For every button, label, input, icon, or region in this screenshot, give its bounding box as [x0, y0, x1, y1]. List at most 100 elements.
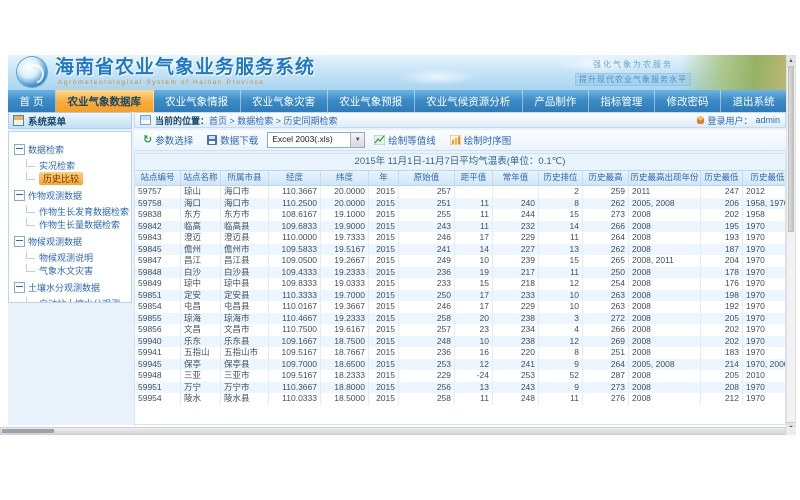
- logo-icon: [17, 57, 47, 87]
- nav-tab-2[interactable]: 农业气象情报: [154, 90, 241, 112]
- table-cell: 16: [455, 347, 493, 359]
- table-cell: 218: [493, 278, 539, 290]
- table-cell: 256: [399, 382, 455, 394]
- nav-tab-6[interactable]: 产品制作: [523, 90, 589, 112]
- table-row-5[interactable]: 59845儋州儋州市109.583319.5167201524114227132…: [135, 244, 786, 256]
- table-cell: 琼中: [181, 278, 221, 290]
- draw-timeseries-button[interactable]: 绘制时序图: [445, 133, 517, 147]
- nav-tab-7[interactable]: 指标管理: [589, 90, 655, 112]
- draw-contour-button[interactable]: 绘制等值线: [369, 133, 441, 147]
- scroll-up-icon[interactable]: ▲: [787, 56, 795, 67]
- collapse-icon[interactable]: [14, 190, 25, 201]
- table-row-17[interactable]: 59951万宁万宁市110.366718.8000201525613243927…: [135, 382, 786, 394]
- table-cell: 17: [455, 301, 493, 313]
- table-row-8[interactable]: 59849琼中琼中县109.833319.0333201523315218122…: [135, 278, 786, 290]
- grass-decoration: [681, 55, 786, 90]
- table-cell: 18.7500: [321, 336, 369, 348]
- table-row-3[interactable]: 59842临高临高县109.683319.9000201524311232142…: [135, 221, 786, 233]
- nav-tab-4[interactable]: 农业气象预报: [328, 90, 415, 112]
- horizontal-scrollbar[interactable]: [0, 427, 786, 435]
- collapse-icon[interactable]: [14, 236, 25, 247]
- table-cell: 254: [583, 278, 629, 290]
- nav-tab-0[interactable]: 首 页: [8, 90, 56, 112]
- table-cell: 217: [493, 267, 539, 279]
- table-cell: 273: [583, 382, 629, 394]
- table-cell: 23: [455, 324, 493, 336]
- table-cell: 12: [539, 278, 583, 290]
- collapse-icon[interactable]: [14, 282, 25, 293]
- table-cell: 236: [399, 267, 455, 279]
- table-cell: 2012: [743, 186, 786, 198]
- table-cell: 59847: [135, 255, 181, 267]
- table-cell: 187: [701, 244, 743, 256]
- table-row-0[interactable]: 59757琼山海口市110.366720.0000201525722592011…: [135, 186, 786, 198]
- sidebar-item-2-0[interactable]: 物候观测说明: [23, 251, 129, 264]
- tree-group-2[interactable]: 物候观测数据: [14, 235, 129, 248]
- nav-tab-5[interactable]: 农业气候资源分析: [415, 90, 523, 112]
- nav-tab-1[interactable]: 农业气象数据库: [56, 90, 154, 112]
- column-header-13: 历史最低出现年份: [743, 171, 786, 185]
- table-row-1[interactable]: 59758海口海口市110.250020.0000201525111240826…: [135, 198, 786, 210]
- table-cell: 249: [399, 255, 455, 267]
- collapse-icon[interactable]: [14, 144, 25, 155]
- table-cell: 59940: [135, 336, 181, 348]
- sidebar-item-0-1[interactable]: 历史比较: [23, 172, 129, 185]
- table-cell: 110.4667: [269, 313, 321, 325]
- nav-tab-8[interactable]: 修改密码: [655, 90, 721, 112]
- vertical-scrollbar[interactable]: ▲ ▼: [786, 55, 796, 434]
- column-header-5: 年: [369, 171, 399, 185]
- table-cell: 2008: [629, 221, 701, 233]
- table-cell: 1970: [743, 324, 786, 336]
- table-cell: 19: [455, 267, 493, 279]
- table-cell: 2015: [369, 301, 399, 313]
- horizontal-scrollbar-thumb[interactable]: [2, 429, 54, 433]
- table-cell: 59842: [135, 221, 181, 233]
- tree-group-0[interactable]: 数据检索: [14, 143, 129, 156]
- table-row-4[interactable]: 59843澄迈澄迈县110.000019.7333201524617229112…: [135, 232, 786, 244]
- table-row-7[interactable]: 59848白沙白沙县109.433319.2333201523619217112…: [135, 267, 786, 279]
- table-row-2[interactable]: 59838东方东方市108.616719.1000201525511244152…: [135, 209, 786, 221]
- location-icon: [140, 115, 151, 125]
- tree-group-1[interactable]: 作物观测数据: [14, 189, 129, 202]
- table-header-row: 站点编号站点名称所属市县经度纬度年原始值距平值常年值历史排位历史最高历史最高出现…: [135, 170, 786, 186]
- table-cell: 110.3667: [269, 382, 321, 394]
- table-row-11[interactable]: 59855琼海琼海市110.466719.2333201525820238327…: [135, 313, 786, 325]
- tree-group-label: 数据检索: [28, 143, 64, 156]
- table-row-15[interactable]: 59945保亭保亭县109.700018.6500201525312241926…: [135, 359, 786, 371]
- table-cell: 2008: [629, 278, 701, 290]
- data-download-button[interactable]: 数据下载: [202, 133, 263, 147]
- table-row-12[interactable]: 59856文昌文昌市110.750019.6167201525723234426…: [135, 324, 786, 336]
- table-cell: 1970: [743, 336, 786, 348]
- sidebar-item-label: 自动站土壤水分观测: [39, 297, 120, 303]
- table-cell: 18.5000: [321, 393, 369, 405]
- column-header-10: 历史最高: [583, 171, 629, 185]
- table-cell: 15: [539, 209, 583, 221]
- table-row-10[interactable]: 59854屯昌屯昌县110.016719.3667201524617229102…: [135, 301, 786, 313]
- table-row-16[interactable]: 59948三亚三亚市109.516718.23332015229-2425352…: [135, 370, 786, 382]
- sidebar-item-3-0[interactable]: 自动站土壤水分观测: [23, 297, 129, 303]
- table-cell: 183: [701, 347, 743, 359]
- tree-group-3[interactable]: 土壤水分观测数据: [14, 281, 129, 294]
- nav-tab-9[interactable]: 退出系统: [721, 90, 786, 112]
- table-cell: 59856: [135, 324, 181, 336]
- tree-group-label: 土壤水分观测数据: [28, 281, 100, 294]
- table-cell: 110.0000: [269, 232, 321, 244]
- export-format-dropdown[interactable]: Excel 2003(.xls) ▼: [267, 132, 365, 148]
- chevron-down-icon[interactable]: ▼: [350, 133, 364, 147]
- table-cell: 59941: [135, 347, 181, 359]
- table-row-6[interactable]: 59847昌江昌江县109.050019.2667201524910239152…: [135, 255, 786, 267]
- sidebar-item-2-1[interactable]: 气象水文灾害: [23, 264, 129, 277]
- tree-connector: [26, 297, 35, 303]
- table-row-13[interactable]: 59940乐东乐东县109.166718.7500201524810238122…: [135, 336, 786, 348]
- column-header-1: 站点名称: [181, 171, 221, 185]
- sidebar-item-1-1[interactable]: 作物生长量数据检索: [23, 218, 129, 231]
- table-cell: 澄迈: [181, 232, 221, 244]
- param-select-button[interactable]: ↻ 参数选择: [138, 133, 198, 147]
- sidebar-item-0-0[interactable]: 实况检索: [23, 159, 129, 172]
- table-row-9[interactable]: 59851定安定安县110.333319.7000201525017233102…: [135, 290, 786, 302]
- table-row-14[interactable]: 59941五指山五指山市109.516718.76672015236162208…: [135, 347, 786, 359]
- vertical-scrollbar-thumb[interactable]: [788, 67, 794, 232]
- sidebar-item-1-0[interactable]: 作物生长发育数据检索: [23, 205, 129, 218]
- table-row-18[interactable]: 59954陵水陵水县110.033318.5000201525811248112…: [135, 393, 786, 405]
- nav-tab-3[interactable]: 农业气象灾害: [241, 90, 328, 112]
